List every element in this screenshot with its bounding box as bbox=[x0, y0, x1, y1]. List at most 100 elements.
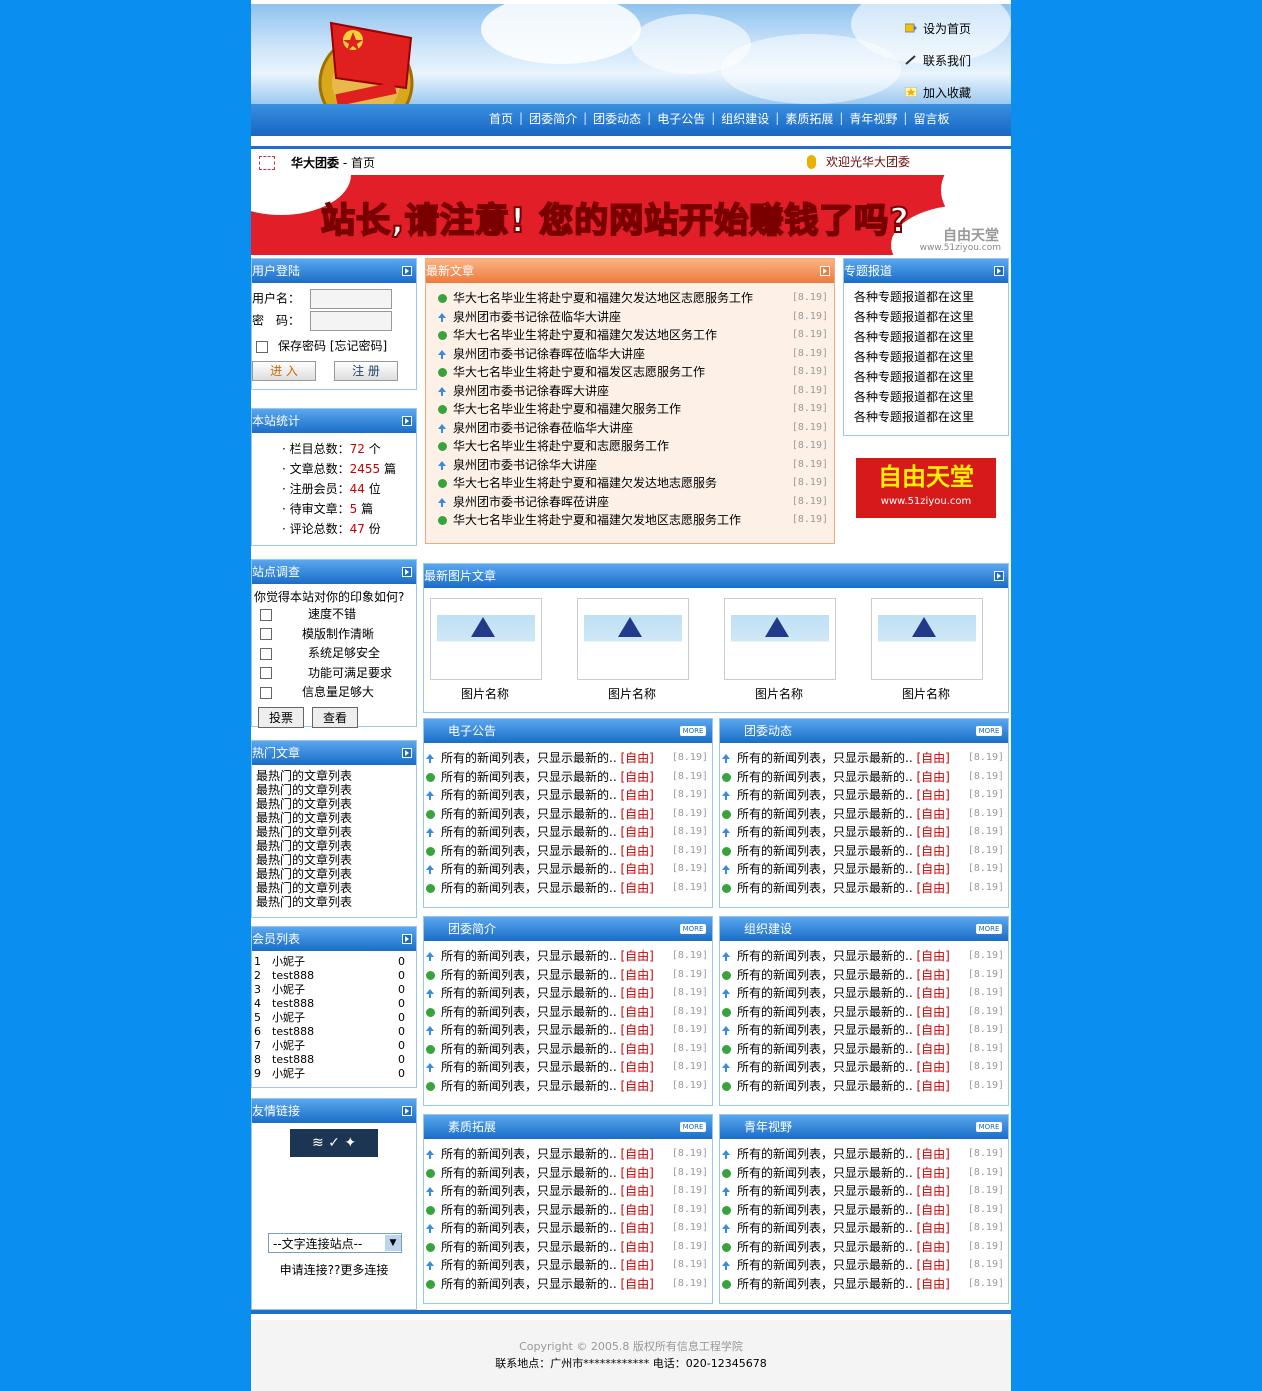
latest-article-row[interactable]: 华大七名毕业生将赴宁夏和福发区志愿服务工作 [8.19] bbox=[438, 363, 834, 382]
hot-article-link[interactable]: 最热门的文章列表 bbox=[256, 853, 416, 867]
news-row[interactable]: 所有的新闻列表，只显示最新的.. [自由] [8.19] bbox=[426, 1201, 712, 1220]
survey-option[interactable]: 系统足够安全 bbox=[254, 644, 416, 664]
news-row[interactable]: 所有的新闻列表，只显示最新的.. [自由] [8.19] bbox=[722, 805, 1008, 824]
member-row[interactable]: 4 test888 0 bbox=[252, 997, 416, 1011]
news-row[interactable]: 所有的新闻列表，只显示最新的.. [自由] [8.19] bbox=[426, 786, 712, 805]
news-row[interactable]: 所有的新闻列表，只显示最新的.. [自由] [8.19] bbox=[722, 749, 1008, 768]
news-row[interactable]: 所有的新闻列表，只显示最新的.. [自由] [8.19] bbox=[426, 1145, 712, 1164]
news-row[interactable]: 所有的新闻列表，只显示最新的.. [自由] [8.19] bbox=[722, 768, 1008, 787]
news-row[interactable]: 所有的新闻列表，只显示最新的.. [自由] [8.19] bbox=[722, 879, 1008, 898]
news-row[interactable]: 所有的新闻列表，只显示最新的.. [自由] [8.19] bbox=[426, 842, 712, 861]
breadcrumb-site[interactable]: 华大团委 bbox=[291, 156, 339, 170]
survey-checkbox[interactable] bbox=[260, 608, 272, 621]
more-button[interactable]: MORE bbox=[680, 726, 706, 736]
news-row[interactable]: 所有的新闻列表，只显示最新的.. [自由] [8.19] bbox=[722, 1003, 1008, 1022]
partner-logo[interactable]: ≋ ✓ ✦ bbox=[290, 1129, 378, 1157]
latest-article-row[interactable]: 华大七名毕业生将赴宁夏和福建欠服务工作 [8.19] bbox=[438, 400, 834, 419]
news-row[interactable]: 所有的新闻列表，只显示最新的.. [自由] [8.19] bbox=[722, 1077, 1008, 1096]
hot-article-link[interactable]: 最热门的文章列表 bbox=[256, 769, 416, 783]
view-results-button[interactable]: 查看 bbox=[312, 706, 359, 728]
news-row[interactable]: 所有的新闻列表，只显示最新的.. [自由] [8.19] bbox=[426, 1058, 712, 1077]
member-row[interactable]: 5 小妮子 0 bbox=[252, 1011, 416, 1025]
member-row[interactable]: 2 test888 0 bbox=[252, 969, 416, 983]
news-row[interactable]: 所有的新闻列表，只显示最新的.. [自由] [8.19] bbox=[426, 1164, 712, 1183]
nav-item[interactable]: 电子公告 bbox=[657, 110, 705, 127]
special-report-link[interactable]: 各种专题报道都在这里 bbox=[854, 387, 1008, 407]
latest-article-row[interactable]: 华大七名毕业生将赴宁夏和福建欠发地区志愿服务工作 [8.19] bbox=[438, 511, 834, 530]
hot-article-link[interactable]: 最热门的文章列表 bbox=[256, 825, 416, 839]
latest-article-row[interactable]: 华大七名毕业生将赴宁夏和福建欠发达地区务工作 [8.19] bbox=[438, 326, 834, 345]
remember-checkbox[interactable] bbox=[256, 340, 268, 353]
latest-article-row[interactable]: 泉州团市委书记徐春莅临华大讲座 [8.19] bbox=[438, 419, 834, 438]
picture-thumbnail[interactable] bbox=[430, 598, 542, 680]
add-favorite-link[interactable]: 加入收藏 bbox=[905, 76, 997, 104]
news-row[interactable]: 所有的新闻列表，只显示最新的.. [自由] [8.19] bbox=[426, 749, 712, 768]
news-row[interactable]: 所有的新闻列表，只显示最新的.. [自由] [8.19] bbox=[722, 1182, 1008, 1201]
register-button[interactable]: 注 册 bbox=[334, 361, 398, 381]
more-button[interactable]: MORE bbox=[680, 1122, 706, 1132]
nav-item[interactable]: 团委动态 bbox=[593, 110, 641, 127]
hot-article-link[interactable]: 最热门的文章列表 bbox=[256, 839, 416, 853]
nav-item[interactable]: 青年视野 bbox=[849, 110, 897, 127]
news-row[interactable]: 所有的新闻列表，只显示最新的.. [自由] [8.19] bbox=[722, 1058, 1008, 1077]
news-row[interactable]: 所有的新闻列表，只显示最新的.. [自由] [8.19] bbox=[722, 786, 1008, 805]
survey-option[interactable]: 功能可满足要求 bbox=[254, 664, 416, 684]
survey-option[interactable]: 信息量足够大 bbox=[254, 683, 416, 703]
more-button[interactable]: MORE bbox=[976, 924, 1002, 934]
picture-caption[interactable]: 图片名称 bbox=[430, 685, 540, 702]
news-row[interactable]: 所有的新闻列表，只显示最新的.. [自由] [8.19] bbox=[426, 1040, 712, 1059]
member-row[interactable]: 9 小妮子 0 bbox=[252, 1067, 416, 1081]
news-row[interactable]: 所有的新闻列表，只显示最新的.. [自由] [8.19] bbox=[722, 984, 1008, 1003]
survey-checkbox[interactable] bbox=[260, 667, 272, 679]
picture-caption[interactable]: 图片名称 bbox=[724, 685, 834, 702]
member-row[interactable]: 1 小妮子 0 bbox=[252, 955, 416, 969]
latest-article-row[interactable]: 泉州团市委书记徐春晖大讲座 [8.19] bbox=[438, 382, 834, 401]
hot-article-link[interactable]: 最热门的文章列表 bbox=[256, 895, 416, 909]
survey-checkbox[interactable] bbox=[260, 628, 272, 640]
survey-checkbox[interactable] bbox=[260, 647, 272, 660]
ad-banner[interactable]: 站长,请注意! 您的网站开始赚钱了吗? 自由天堂 www.51ziyou.com bbox=[251, 175, 1011, 255]
special-report-link[interactable]: 各种专题报道都在这里 bbox=[854, 287, 1008, 307]
nav-item[interactable]: 素质拓展 bbox=[785, 110, 833, 127]
hot-article-link[interactable]: 最热门的文章列表 bbox=[256, 783, 416, 797]
news-row[interactable]: 所有的新闻列表，只显示最新的.. [自由] [8.19] bbox=[426, 1275, 712, 1294]
news-row[interactable]: 所有的新闻列表，只显示最新的.. [自由] [8.19] bbox=[722, 1256, 1008, 1275]
news-row[interactable]: 所有的新闻列表，只显示最新的.. [自由] [8.19] bbox=[722, 1219, 1008, 1238]
news-row[interactable]: 所有的新闻列表，只显示最新的.. [自由] [8.19] bbox=[426, 1256, 712, 1275]
picture-thumbnail[interactable] bbox=[577, 598, 689, 680]
special-report-link[interactable]: 各种专题报道都在这里 bbox=[854, 327, 1008, 347]
news-row[interactable]: 所有的新闻列表，只显示最新的.. [自由] [8.19] bbox=[722, 1238, 1008, 1257]
latest-article-row[interactable]: 华大七名毕业生将赴宁夏和福建欠发达地志愿服务 [8.19] bbox=[438, 474, 834, 493]
special-report-link[interactable]: 各种专题报道都在这里 bbox=[854, 407, 1008, 427]
news-row[interactable]: 所有的新闻列表，只显示最新的.. [自由] [8.19] bbox=[426, 947, 712, 966]
more-button[interactable]: MORE bbox=[680, 924, 706, 934]
news-row[interactable]: 所有的新闻列表，只显示最新的.. [自由] [8.19] bbox=[426, 1077, 712, 1096]
news-row[interactable]: 所有的新闻列表，只显示最新的.. [自由] [8.19] bbox=[426, 860, 712, 879]
more-button[interactable]: MORE bbox=[976, 1122, 1002, 1132]
hot-article-link[interactable]: 最热门的文章列表 bbox=[256, 797, 416, 811]
hot-article-link[interactable]: 最热门的文章列表 bbox=[256, 881, 416, 895]
nav-item[interactable]: 团委简介 bbox=[529, 110, 577, 127]
nav-item[interactable]: 首页 bbox=[489, 110, 513, 127]
picture-thumbnail[interactable] bbox=[724, 598, 836, 680]
more-button[interactable]: MORE bbox=[976, 726, 1002, 736]
survey-option[interactable]: 模版制作清晰 bbox=[254, 625, 416, 645]
latest-article-row[interactable]: 泉州团市委书记徐华大讲座 [8.19] bbox=[438, 456, 834, 475]
news-row[interactable]: 所有的新闻列表，只显示最新的.. [自由] [8.19] bbox=[426, 1182, 712, 1201]
nav-item[interactable]: 组织建设 bbox=[721, 110, 769, 127]
news-row[interactable]: 所有的新闻列表，只显示最新的.. [自由] [8.19] bbox=[426, 984, 712, 1003]
member-row[interactable]: 8 test888 0 bbox=[252, 1053, 416, 1067]
member-row[interactable]: 7 小妮子 0 bbox=[252, 1039, 416, 1053]
news-row[interactable]: 所有的新闻列表，只显示最新的.. [自由] [8.19] bbox=[722, 947, 1008, 966]
news-row[interactable]: 所有的新闻列表，只显示最新的.. [自由] [8.19] bbox=[426, 1219, 712, 1238]
news-row[interactable]: 所有的新闻列表，只显示最新的.. [自由] [8.19] bbox=[426, 805, 712, 824]
link-select[interactable]: --文字连接站点-- ▼ bbox=[268, 1233, 402, 1253]
news-row[interactable]: 所有的新闻列表，只显示最新的.. [自由] [8.19] bbox=[722, 823, 1008, 842]
picture-caption[interactable]: 图片名称 bbox=[871, 685, 981, 702]
latest-article-row[interactable]: 泉州团市委书记徐春晖莅临华大讲座 [8.19] bbox=[438, 345, 834, 364]
news-row[interactable]: 所有的新闻列表，只显示最新的.. [自由] [8.19] bbox=[426, 966, 712, 985]
member-row[interactable]: 3 小妮子 0 bbox=[252, 983, 416, 997]
news-row[interactable]: 所有的新闻列表，只显示最新的.. [自由] [8.19] bbox=[426, 1021, 712, 1040]
special-report-link[interactable]: 各种专题报道都在这里 bbox=[854, 307, 1008, 327]
latest-article-row[interactable]: 华大七名毕业生将赴宁夏和福建欠发达地区志愿服务工作 [8.19] bbox=[438, 289, 834, 308]
